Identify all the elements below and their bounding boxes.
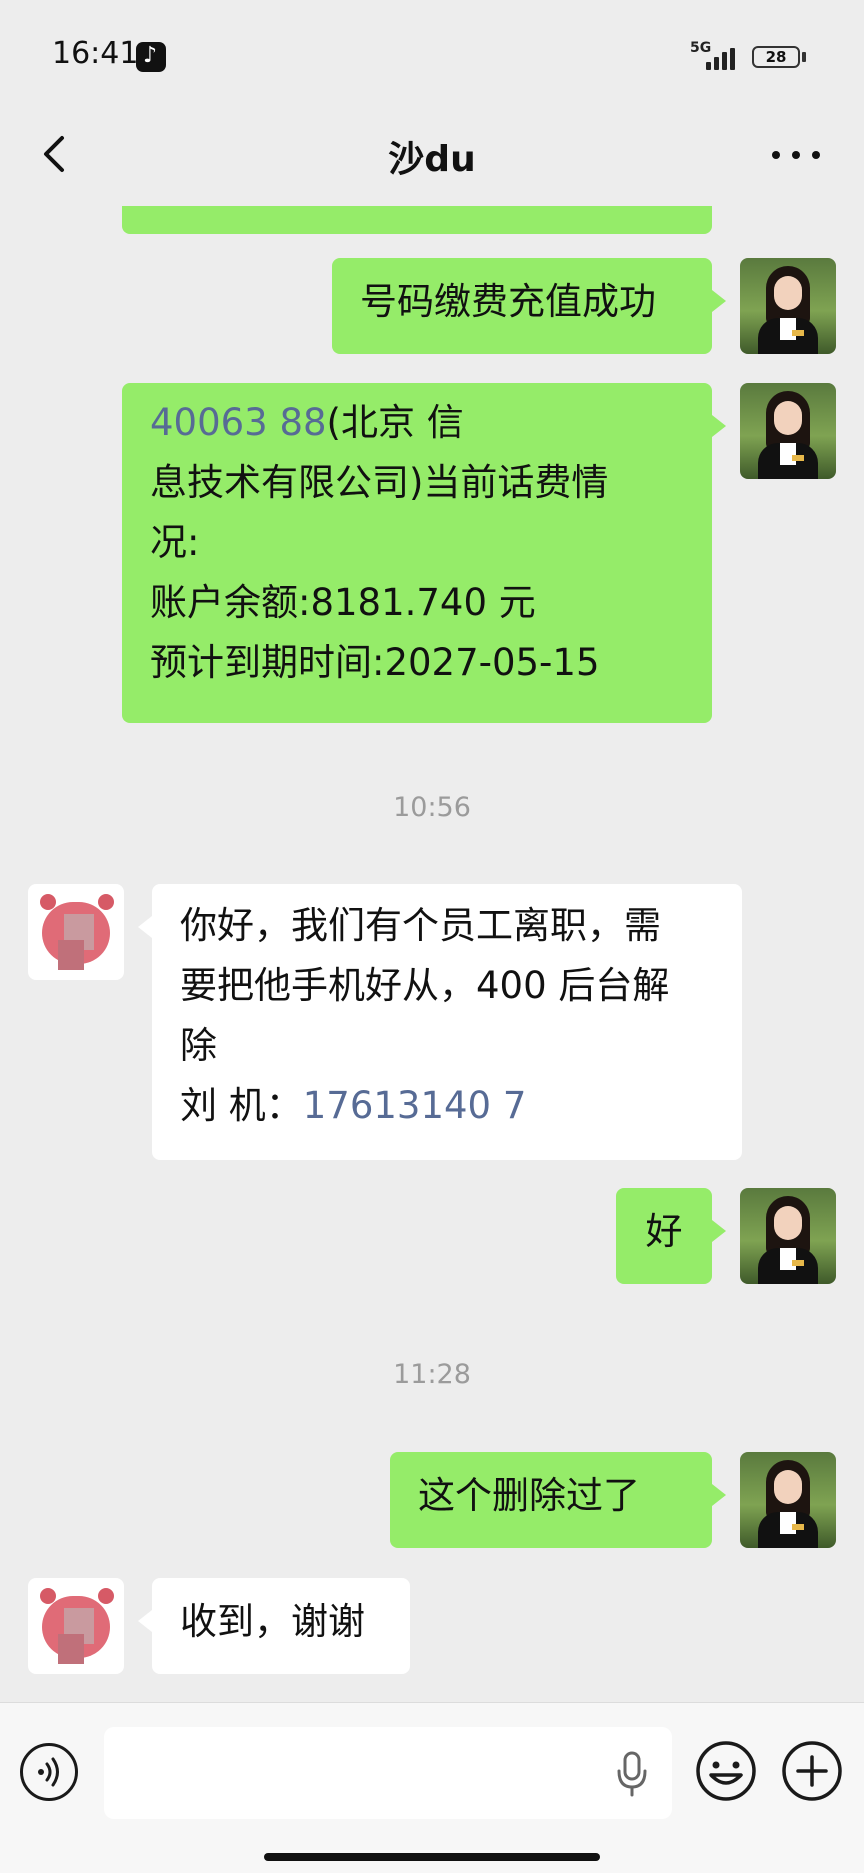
phone-link[interactable]: 17613140 7 bbox=[303, 1084, 527, 1127]
message-bubble-sent[interactable]: 40063 88(北京 信 息技术有限公司)当前话费情 况: 账户余额:8181… bbox=[122, 383, 726, 723]
message-bubble-sent[interactable]: 好 bbox=[616, 1188, 726, 1284]
battery-icon: 28 bbox=[752, 46, 800, 68]
input-bar bbox=[0, 1702, 864, 1873]
message-text: 你好，我们有个员工离职，需 bbox=[180, 904, 661, 947]
avatar[interactable] bbox=[740, 1452, 836, 1548]
timestamp: 11:28 bbox=[393, 1359, 471, 1390]
phone-link[interactable]: 40063 88 bbox=[150, 401, 327, 444]
tiktok-icon: ♪ bbox=[136, 42, 166, 72]
message-text: 这个删除过了 bbox=[418, 1474, 640, 1517]
message-bubble-partial[interactable] bbox=[122, 206, 712, 234]
chat-title: 沙du bbox=[388, 139, 476, 180]
avatar[interactable] bbox=[740, 383, 836, 479]
message-text: 除 bbox=[180, 1024, 217, 1067]
message-text: 况: bbox=[150, 521, 200, 564]
message-text: 刘 机： bbox=[180, 1084, 303, 1127]
message-text: 息技术有限公司)当前话费情 bbox=[150, 461, 609, 504]
voice-icon[interactable] bbox=[20, 1743, 78, 1801]
message-bubble-sent[interactable]: 号码缴费充值成功 bbox=[332, 258, 726, 354]
microphone-icon[interactable] bbox=[612, 1749, 652, 1799]
message-bubble-received[interactable]: 你好，我们有个员工离职，需 要把他手机好从，400 后台解 除 刘 机：1761… bbox=[138, 884, 742, 1160]
signal-icon bbox=[706, 46, 742, 70]
message-list[interactable]: 号码缴费充值成功 40063 88(北京 信 息技术有限公司)当前话费情 况: … bbox=[0, 206, 864, 1702]
message-text: 账户余额:8181.740 元 bbox=[150, 581, 536, 624]
message-input[interactable] bbox=[104, 1727, 672, 1819]
message-text: 要把他手机好从，400 后台解 bbox=[180, 964, 670, 1007]
more-dots-icon[interactable] bbox=[770, 132, 822, 176]
status-time: 16:41 bbox=[52, 36, 139, 71]
plus-icon[interactable] bbox=[780, 1739, 844, 1803]
message-bubble-sent[interactable]: 这个删除过了 bbox=[390, 1452, 726, 1548]
message-text: 收到，谢谢 bbox=[180, 1600, 365, 1643]
timestamp: 10:56 bbox=[393, 792, 471, 823]
avatar[interactable] bbox=[740, 1188, 836, 1284]
emoji-icon[interactable] bbox=[694, 1739, 758, 1803]
avatar[interactable] bbox=[28, 1578, 124, 1674]
message-text: (北京 信 bbox=[326, 401, 464, 444]
avatar[interactable] bbox=[740, 258, 836, 354]
chat-header: 沙du bbox=[0, 110, 864, 206]
home-indicator[interactable] bbox=[264, 1853, 600, 1861]
message-text: 预计到期时间:2027-05-15 bbox=[150, 641, 600, 684]
message-text: 号码缴费充值成功 bbox=[360, 280, 656, 323]
status-bar: 16:41 ♪ 5G 28 bbox=[0, 0, 864, 110]
message-text: 好 bbox=[645, 1210, 683, 1253]
avatar[interactable] bbox=[28, 884, 124, 980]
battery-tip bbox=[802, 52, 806, 62]
message-bubble-received[interactable]: 收到，谢谢 bbox=[138, 1578, 410, 1674]
battery-level: 28 bbox=[765, 48, 787, 66]
